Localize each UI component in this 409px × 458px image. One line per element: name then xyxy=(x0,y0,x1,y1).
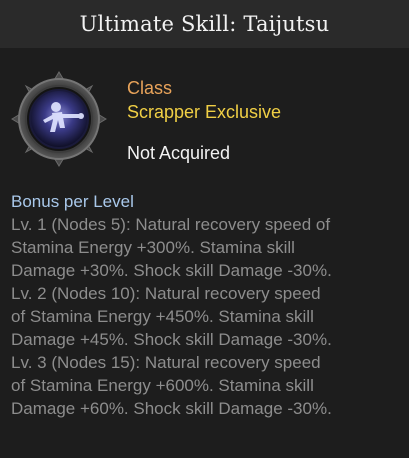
skill-tooltip: Ultimate Skill: Taijutsu Class Scrapper … xyxy=(0,0,409,458)
taijutsu-fighter-icon xyxy=(10,70,108,168)
skill-title: Ultimate Skill: Taijutsu xyxy=(79,12,330,36)
bonus-line: Lv. 2 (Nodes 10): Natural recovery speed xyxy=(11,284,321,303)
bonus-header: Bonus per Level xyxy=(11,192,134,211)
bonus-line: Lv. 3 (Nodes 15): Natural recovery speed xyxy=(11,353,321,372)
bonus-line: Damage +60%. Shock skill Damage -30%. xyxy=(11,399,332,418)
bonus-line: Damage +30%. Shock skill Damage -30%. xyxy=(11,261,332,280)
bonus-line: Lv. 1 (Nodes 5): Natural recovery speed … xyxy=(11,215,331,234)
class-label: Class xyxy=(127,78,173,98)
title-bar: Ultimate Skill: Taijutsu xyxy=(0,0,409,48)
bonus-line: of Stamina Energy +450%. Stamina skill xyxy=(11,307,314,326)
bonus-line: of Stamina Energy +600%. Stamina skill xyxy=(11,376,314,395)
bonus-line: Damage +45%. Shock skill Damage -30%. xyxy=(11,330,332,349)
class-value: Scrapper Exclusive xyxy=(127,102,282,122)
bonus-section: Bonus per Level Lv. 1 (Nodes 5): Natural… xyxy=(11,190,403,420)
bonus-line: Stamina Energy +300%. Stamina skill xyxy=(11,238,295,257)
skill-info: Class Scrapper Exclusive Not Acquired xyxy=(127,76,397,165)
acquisition-status: Not Acquired xyxy=(127,143,231,163)
